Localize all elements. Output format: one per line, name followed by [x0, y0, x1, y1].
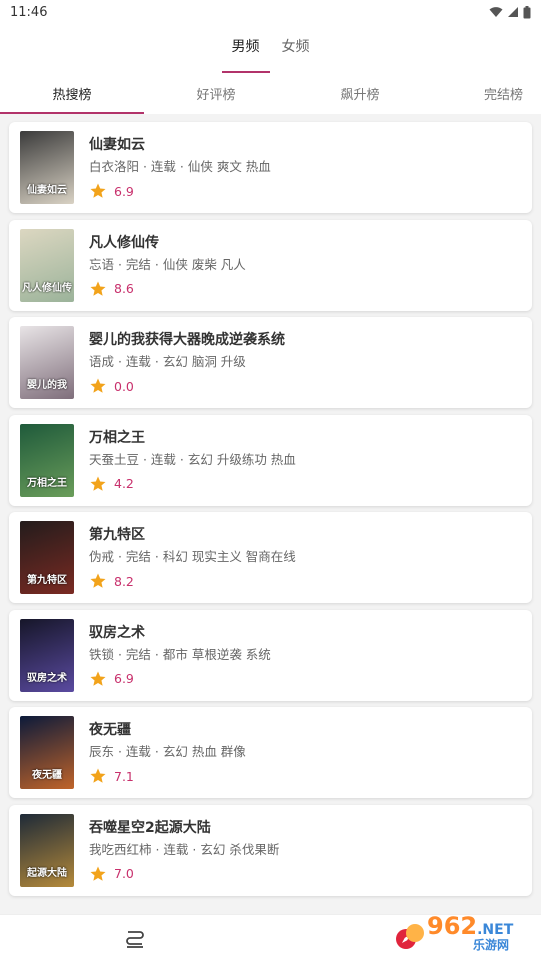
- cover-title: 凡人修仙传: [22, 282, 72, 294]
- rank-tabs: 热搜榜 好评榜 飙升榜 完结榜: [0, 78, 541, 114]
- book-score: 6.9: [114, 183, 134, 199]
- book-title: 婴儿的我获得大器晚成逆袭系统: [89, 332, 285, 348]
- book-info: 万相之王 天蚕土豆 · 连载 · 玄幻 升级练功 热血 4.2: [89, 428, 296, 493]
- book-score: 8.2: [114, 573, 134, 589]
- book-rating: 6.9: [89, 182, 271, 200]
- book-score: 0.0: [114, 378, 134, 394]
- book-cover: 驭房之术: [20, 618, 74, 692]
- book-info: 第九特区 伪戒 · 完结 · 科幻 现实主义 智商在线 8.2: [89, 525, 296, 590]
- star-icon: [90, 281, 106, 296]
- book-card[interactable]: 第九特区 第九特区 伪戒 · 完结 · 科幻 现实主义 智商在线 8.2: [9, 512, 532, 603]
- battery-icon: [523, 5, 531, 18]
- book-info: 吞噬星空2起源大陆 我吃西红柿 · 连载 · 玄幻 杀伐果断 7.0: [89, 818, 279, 883]
- book-rating: 4.2: [89, 475, 296, 493]
- book-title: 驭房之术: [89, 624, 145, 641]
- book-info: 凡人修仙传 忘语 · 完结 · 仙侠 废柴 凡人 8.6: [89, 233, 246, 298]
- book-meta: 语成 · 连载 · 玄幻 脑洞 升级: [89, 354, 246, 369]
- status-icons: [489, 5, 531, 19]
- book-title: 第九特区: [89, 527, 145, 543]
- book-card[interactable]: 凡人修仙传 凡人修仙传 忘语 · 完结 · 仙侠 废柴 凡人 8.6: [9, 219, 532, 311]
- star-icon: [90, 573, 106, 588]
- star-icon: [90, 378, 106, 393]
- book-score: 4.2: [114, 476, 134, 491]
- book-rating: 6.9: [89, 670, 271, 688]
- book-cover: 起源大陆: [20, 813, 74, 887]
- book-meta: 铁锁 · 完结 · 都市 草根逆袭 系统: [89, 646, 271, 662]
- book-meta: 我吃西红柿 · 连载 · 玄幻 杀伐果断: [89, 841, 280, 857]
- book-cover: 婴儿的我: [20, 326, 74, 399]
- book-score: 6.9: [114, 671, 134, 686]
- status-bar: 11:46: [0, 0, 541, 24]
- book-rating: 8.6: [89, 280, 246, 298]
- star-icon: [90, 476, 106, 491]
- book-card[interactable]: 婴儿的我 婴儿的我获得大器晚成逆袭系统 语成 · 连载 · 玄幻 脑洞 升级 0…: [9, 317, 532, 408]
- tab-top-rated[interactable]: 好评榜: [144, 78, 288, 114]
- cover-title: 夜无疆: [32, 770, 62, 781]
- book-rating: 7.0: [89, 865, 279, 883]
- book-cover: 仙妻如云: [20, 131, 74, 204]
- book-score: 7.0: [114, 866, 134, 881]
- book-info: 婴儿的我获得大器晚成逆袭系统 语成 · 连载 · 玄幻 脑洞 升级 0.0: [89, 330, 285, 395]
- book-meta: 辰东 · 连载 · 玄幻 热血 群像: [89, 744, 246, 759]
- book-meta: 伪戒 · 完结 · 科幻 现实主义 智商在线: [89, 549, 296, 564]
- book-list: 仙妻如云 仙妻如云 白衣洛阳 · 连载 · 仙侠 爽文 热血 6.9 凡人修仙传…: [0, 114, 541, 914]
- book-card[interactable]: 驭房之术 驭房之术 铁锁 · 完结 · 都市 草根逆袭 系统 6.9: [9, 609, 532, 701]
- cover-title: 驭房之术: [27, 672, 67, 684]
- bookshelf-icon: [126, 930, 145, 948]
- book-info: 仙妻如云 白衣洛阳 · 连载 · 仙侠 爽文 热血 6.9: [89, 135, 271, 200]
- cover-title: 起源大陆: [27, 867, 67, 879]
- nav-bookshelf-button[interactable]: [120, 924, 150, 954]
- book-meta: 白衣洛阳 · 连载 · 仙侠 爽文 热血: [89, 159, 271, 174]
- cover-title: 婴儿的我: [27, 380, 67, 391]
- cover-title: 仙妻如云: [27, 185, 67, 196]
- star-icon: [90, 768, 106, 783]
- cover-title: 第九特区: [27, 575, 67, 586]
- book-title: 夜无疆: [89, 722, 131, 738]
- watermark-sub: 乐游网: [473, 938, 510, 952]
- book-cover: 凡人修仙传: [20, 228, 74, 302]
- book-cover: 第九特区: [20, 521, 74, 594]
- book-title: 凡人修仙传: [89, 234, 159, 251]
- tab-male[interactable]: 男频: [221, 36, 270, 73]
- book-rating: 7.1: [89, 767, 246, 785]
- cover-title: 万相之王: [27, 477, 67, 489]
- book-title: 万相之王: [89, 429, 145, 446]
- star-icon: [90, 866, 106, 881]
- book-title: 仙妻如云: [89, 137, 145, 153]
- star-icon: [90, 183, 106, 198]
- book-meta: 忘语 · 完结 · 仙侠 废柴 凡人: [89, 256, 246, 272]
- book-title: 吞噬星空2起源大陆: [89, 819, 211, 836]
- tab-rising[interactable]: 飙升榜: [288, 78, 432, 114]
- signal-icon: [508, 7, 518, 17]
- book-card[interactable]: 夜无疆 夜无疆 辰东 · 连载 · 玄幻 热血 群像 7.1: [9, 707, 532, 798]
- tab-completed[interactable]: 完结榜: [432, 78, 541, 114]
- tab-hot-search[interactable]: 热搜榜: [0, 78, 144, 114]
- star-icon: [90, 671, 106, 686]
- status-time: 11:46: [10, 4, 48, 20]
- book-rating: 0.0: [89, 377, 285, 395]
- book-info: 驭房之术 铁锁 · 完结 · 都市 草根逆袭 系统 6.9: [89, 623, 271, 688]
- gender-tabs: 男频 女频: [0, 36, 541, 73]
- book-card[interactable]: 仙妻如云 仙妻如云 白衣洛阳 · 连载 · 仙侠 爽文 热血 6.9: [9, 122, 532, 213]
- book-card[interactable]: 万相之王 万相之王 天蚕土豆 · 连载 · 玄幻 升级练功 热血 4.2: [9, 414, 532, 506]
- book-score: 8.6: [114, 281, 134, 296]
- book-cover: 万相之王: [20, 423, 74, 497]
- book-card[interactable]: 起源大陆 吞噬星空2起源大陆 我吃西红柿 · 连载 · 玄幻 杀伐果断 7.0: [9, 804, 532, 896]
- book-rating: 8.2: [89, 572, 296, 590]
- book-info: 夜无疆 辰东 · 连载 · 玄幻 热血 群像 7.1: [89, 720, 246, 785]
- book-cover: 夜无疆: [20, 716, 74, 789]
- site-watermark: 962.NET 乐游网: [403, 912, 533, 954]
- book-meta: 天蚕土豆 · 连载 · 玄幻 升级练功 热血: [89, 451, 296, 467]
- wifi-icon: [489, 7, 503, 17]
- tab-female[interactable]: 女频: [282, 36, 310, 64]
- book-score: 7.1: [114, 768, 134, 784]
- watermark-num: 962: [427, 912, 478, 940]
